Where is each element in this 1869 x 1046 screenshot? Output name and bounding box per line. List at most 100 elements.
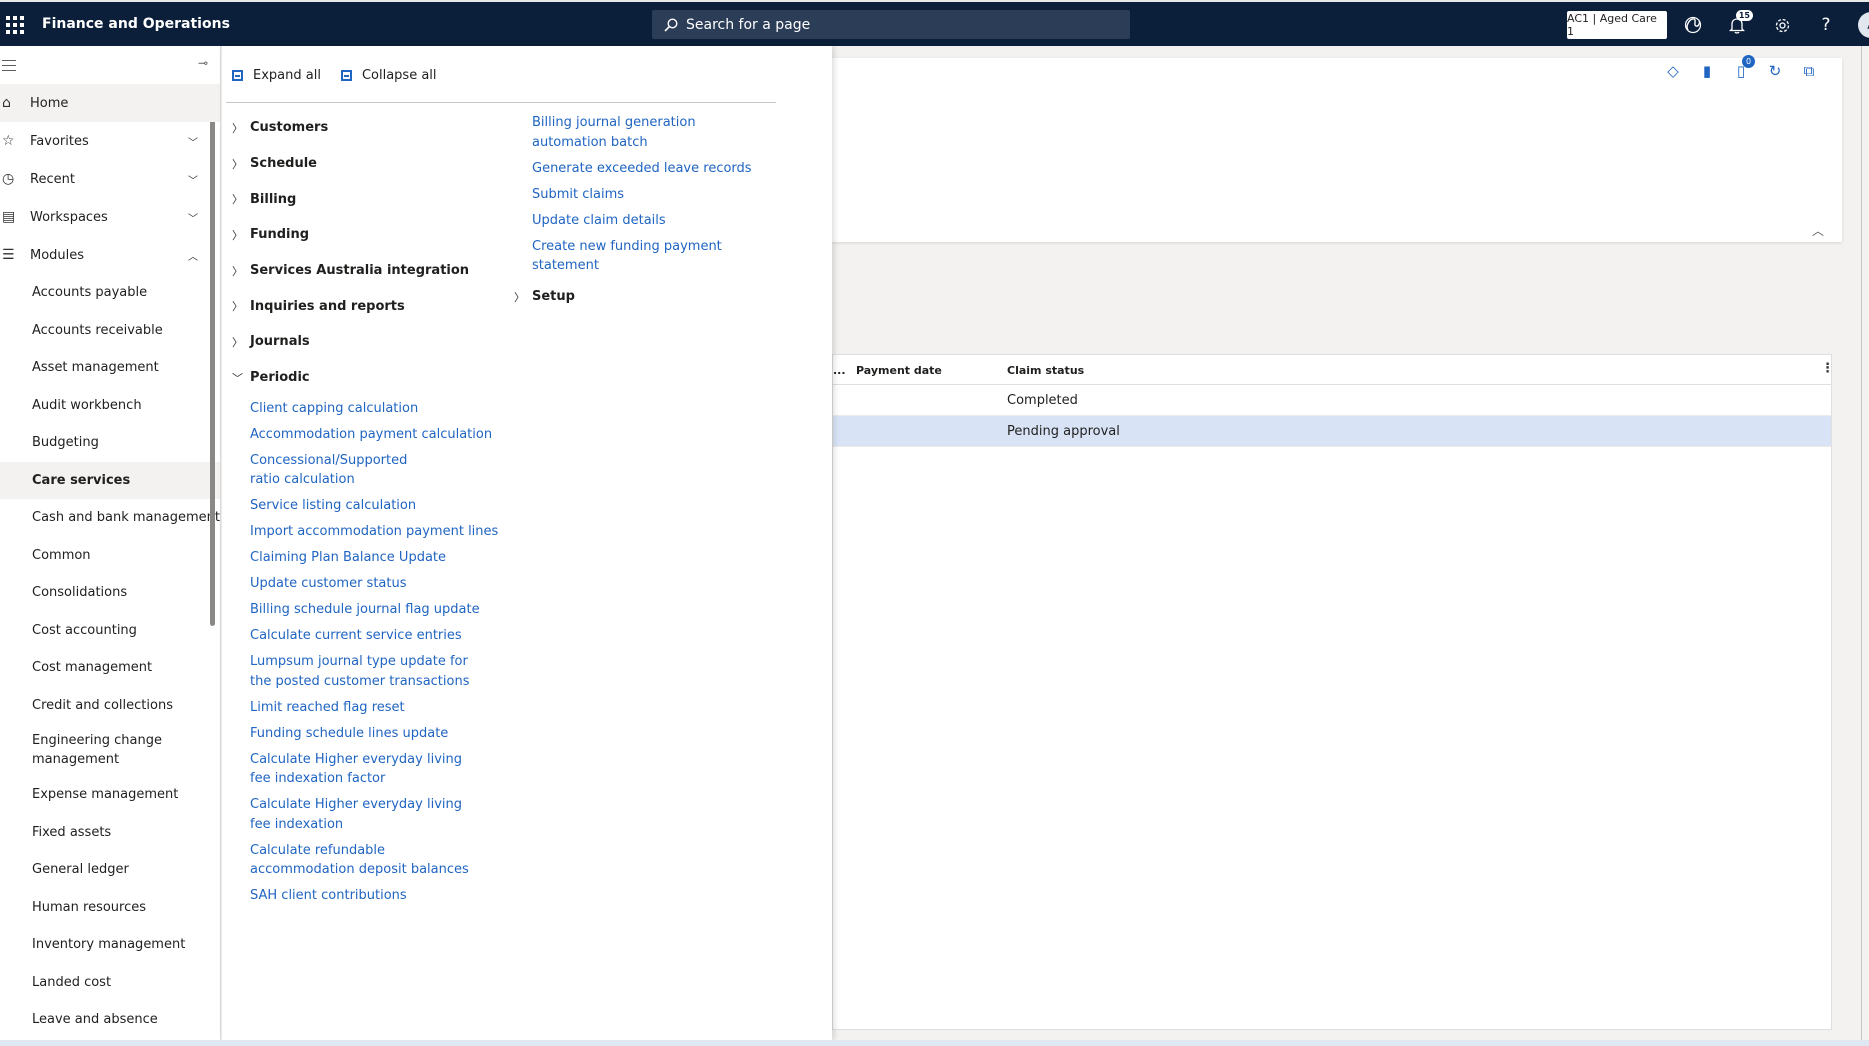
module-item[interactable]: Common — [0, 537, 220, 575]
copilot-icon[interactable] — [1682, 14, 1704, 36]
chevron-right-icon: 〉 — [232, 300, 243, 314]
module-item[interactable]: Cost accounting — [0, 612, 220, 650]
module-item[interactable]: Landed cost — [0, 964, 220, 1002]
menu-link[interactable]: Create new funding payment statement — [532, 234, 732, 280]
module-item[interactable]: Accounts payable — [0, 274, 220, 312]
module-item-selected[interactable]: Care services — [0, 461, 220, 499]
content-card — [832, 58, 1842, 242]
workspaces-icon: ▤ — [2, 209, 16, 225]
group-label: Funding — [250, 227, 310, 243]
hamburger-icon[interactable] — [2, 60, 16, 75]
table-row-selected[interactable]: Pending approval — [833, 416, 1831, 447]
menu-link[interactable]: Client capping calculation — [232, 396, 502, 422]
chevron-right-icon: 〉 — [232, 157, 243, 171]
menu-group-schedule[interactable]: 〉 Schedule — [232, 146, 502, 182]
menu-group-funding[interactable]: 〉 Funding — [232, 217, 502, 253]
menu-group-periodic[interactable]: ﹀ Periodic — [232, 360, 502, 396]
menu-link[interactable]: Generate exceeded leave records — [532, 156, 772, 182]
menu-group-inquiries[interactable]: 〉 Inquiries and reports — [232, 288, 502, 324]
menu-link[interactable]: Update customer status — [232, 571, 502, 597]
menu-link[interactable]: Calculate Higher everyday living fee ind… — [232, 792, 472, 838]
nav-item-workspaces[interactable]: ▤ Workspaces ﹀ — [0, 198, 220, 236]
pin-icon[interactable]: ⊸ — [198, 56, 208, 70]
waffle-icon[interactable] — [4, 14, 24, 34]
module-item[interactable]: Budgeting — [0, 424, 220, 462]
menu-link[interactable]: Calculate Higher everyday living fee ind… — [232, 747, 472, 793]
avatar[interactable]: A — [1858, 12, 1869, 38]
menu-group-journals[interactable]: 〉 Journals — [232, 324, 502, 360]
menu-link[interactable]: Billing schedule journal flag update — [232, 597, 502, 623]
column-header-claim-status[interactable]: Claim status — [1007, 364, 1084, 377]
nav-item-recent[interactable]: ◷ Recent ﹀ — [0, 160, 220, 198]
menu-link[interactable]: Billing journal generation automation ba… — [532, 110, 762, 156]
module-item[interactable]: Asset management — [0, 349, 220, 387]
bell-icon[interactable]: 15 — [1726, 10, 1753, 36]
menu-group-customers[interactable]: 〉 Customers — [232, 110, 502, 146]
menu-link[interactable]: Lumpsum journal type update for the post… — [232, 649, 472, 695]
menu-group-setup[interactable]: 〉 Setup — [514, 279, 772, 315]
menu-link[interactable]: Accommodation payment calculation — [232, 422, 502, 448]
expand-all-button[interactable]: Expand all — [232, 68, 321, 83]
nav-item-modules[interactable]: ☰ Modules ︿ — [0, 236, 220, 274]
attachments-icon[interactable]: ▯ 0 — [1733, 55, 1755, 80]
gear-icon[interactable] — [1771, 14, 1793, 36]
module-item[interactable]: Credit and collections — [0, 687, 220, 725]
divider — [226, 102, 776, 103]
more-options-icon[interactable]: ⋮ — [1821, 361, 1834, 376]
expand-all-label: Expand all — [253, 68, 321, 83]
claims-grid: ... Payment date Claim status ⋮ Complete… — [832, 354, 1834, 1030]
menu-link[interactable]: Concessional/Supported ratio calculation — [232, 448, 422, 494]
module-item[interactable]: Inventory management — [0, 926, 220, 964]
attachments-count: 0 — [1742, 55, 1755, 68]
office-icon[interactable]: ▮ — [1699, 62, 1715, 80]
column-header[interactable]: ... — [833, 364, 846, 377]
module-item[interactable]: Accounts receivable — [0, 312, 220, 350]
column-header-payment-date[interactable]: Payment date — [856, 364, 942, 377]
diamond-icon[interactable]: ◇ — [1665, 62, 1681, 80]
open-new-window-icon[interactable]: ⧉ — [1801, 62, 1817, 80]
company-picker[interactable]: AC1 | Aged Care 1 — [1567, 11, 1667, 39]
menu-link[interactable]: Funding schedule lines update — [232, 721, 502, 747]
nav-label: Home — [30, 95, 69, 111]
collapse-all-button[interactable]: Collapse all — [340, 68, 437, 83]
search-input[interactable]: Search for a page — [652, 10, 1130, 39]
menu-link[interactable]: Limit reached flag reset — [232, 695, 502, 721]
home-icon: ⌂ — [2, 95, 11, 111]
module-item[interactable]: Cash and bank management — [0, 499, 220, 537]
refresh-icon[interactable]: ↻ — [1767, 62, 1783, 80]
menu-link[interactable]: Claiming Plan Balance Update — [232, 545, 502, 571]
group-label: Journals — [250, 334, 310, 350]
menu-link[interactable]: Service listing calculation — [232, 493, 502, 519]
chevron-right-icon: 〉 — [232, 264, 243, 278]
table-row[interactable]: Completed — [833, 385, 1831, 416]
nav-label: Recent — [30, 171, 75, 187]
menu-link[interactable]: Calculate refundable accommodation depos… — [232, 838, 472, 884]
menu-group-services-australia[interactable]: 〉 Services Australia integration — [232, 253, 502, 289]
menu-link[interactable]: SAH client contributions — [232, 883, 502, 909]
menu-link[interactable]: Import accommodation payment lines — [232, 519, 502, 545]
module-item[interactable]: Cost management — [0, 649, 220, 687]
module-item[interactable]: Consolidations — [0, 574, 220, 612]
module-item[interactable]: Leave and absence — [0, 1001, 220, 1039]
module-item[interactable]: Engineering change management — [0, 724, 190, 776]
help-icon[interactable]: ? — [1815, 14, 1837, 36]
app-title[interactable]: Finance and Operations — [42, 16, 230, 32]
menu-group-billing[interactable]: 〉 Billing — [232, 181, 502, 217]
menu-link[interactable]: Submit claims — [532, 182, 772, 208]
menu-link[interactable]: Calculate current service entries — [232, 623, 502, 649]
card-toolbar: ◇ ▮ ▯ 0 ↻ ⧉ — [1665, 55, 1817, 80]
module-item[interactable]: General ledger — [0, 851, 220, 889]
notification-count: 15 — [1735, 10, 1753, 21]
menu-link[interactable]: Update claim details — [532, 208, 772, 234]
module-item[interactable]: Expense management — [0, 776, 220, 814]
chevron-right-icon: 〉 — [232, 193, 243, 207]
menu-column-1: 〉 Customers 〉 Schedule 〉 Billing 〉 Funding 〉… — [232, 110, 502, 909]
module-item[interactable]: Fixed assets — [0, 814, 220, 852]
module-item[interactable]: Human resources — [0, 889, 220, 927]
expand-all-icon — [232, 70, 243, 81]
group-label: Setup — [532, 289, 575, 305]
collapse-icon[interactable]: ︿ — [1812, 222, 1824, 239]
nav-item-home[interactable]: ⌂ Home — [0, 84, 220, 122]
nav-item-favorites[interactable]: ☆ Favorites ﹀ — [0, 122, 220, 160]
module-item[interactable]: Audit workbench — [0, 387, 220, 425]
